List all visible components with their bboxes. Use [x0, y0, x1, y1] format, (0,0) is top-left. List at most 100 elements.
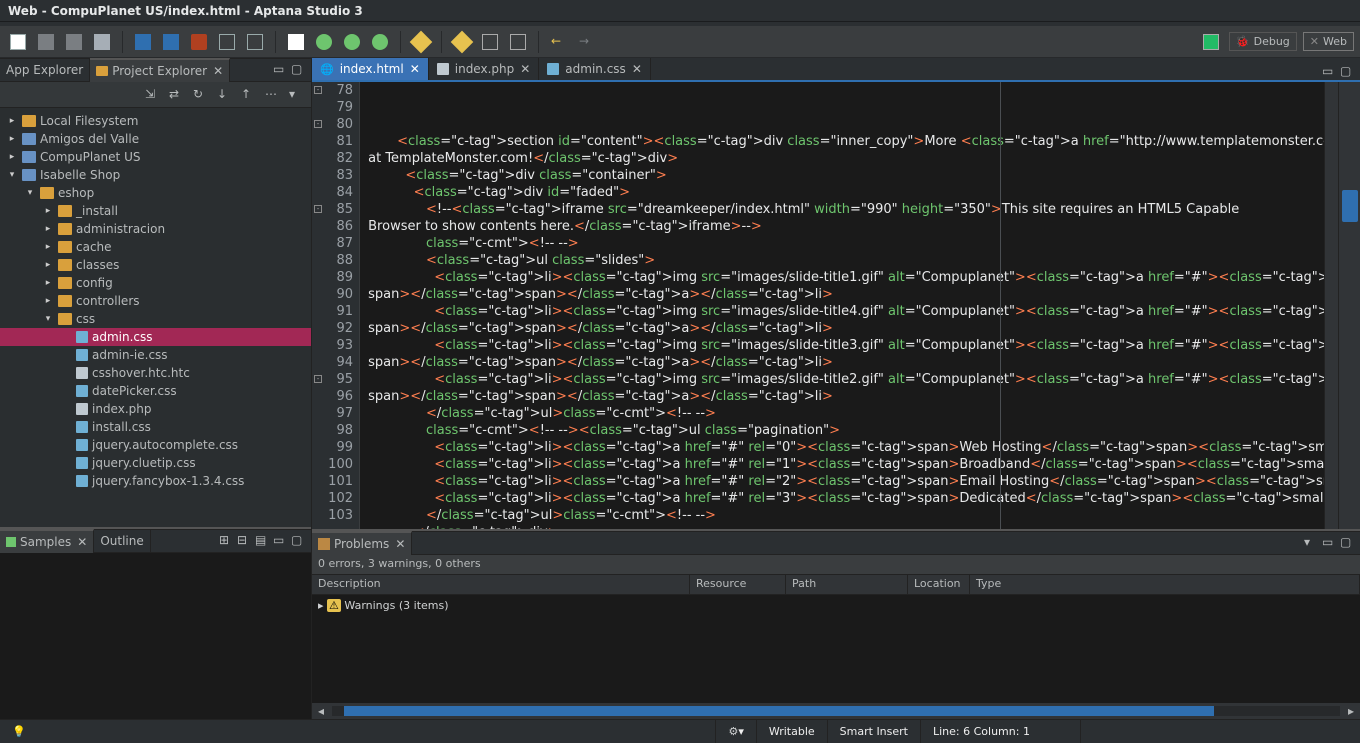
window2-icon[interactable]	[243, 30, 267, 54]
tree-item[interactable]: csshover.htc.htc	[0, 364, 311, 382]
aptana-icon[interactable]	[187, 30, 211, 54]
tree-item[interactable]: jquery.fancybox-1.3.4.css	[0, 472, 311, 490]
close-icon[interactable]: ✕	[213, 64, 223, 78]
col-location[interactable]: Location	[908, 575, 970, 594]
run-last-icon[interactable]	[368, 30, 392, 54]
col-resource[interactable]: Resource	[690, 575, 786, 594]
tree-item[interactable]: ▸cache	[0, 238, 311, 256]
maximize-icon[interactable]: ▢	[291, 533, 307, 549]
maximize-icon[interactable]: ▢	[1340, 535, 1356, 551]
minimize-icon[interactable]: ▭	[1322, 535, 1338, 551]
tree-item[interactable]: ▸CompuPlanet US	[0, 148, 311, 166]
tree-item[interactable]: ▾css	[0, 310, 311, 328]
col-type[interactable]: Type	[970, 575, 1360, 594]
tool2-icon[interactable]: ⊟	[237, 533, 253, 549]
close-icon[interactable]: ✕	[520, 62, 530, 76]
view-menu-icon[interactable]: ▾	[1304, 535, 1320, 551]
save-all-icon[interactable]	[62, 30, 86, 54]
tab-outline[interactable]: Outline	[94, 529, 150, 553]
save-icon[interactable]	[34, 30, 58, 54]
tree-item[interactable]: ▸controllers	[0, 292, 311, 310]
highlight-icon[interactable]	[450, 30, 474, 54]
editor-vscroll[interactable]	[1324, 82, 1338, 529]
tree-item[interactable]: datePicker.css	[0, 382, 311, 400]
layout-right-icon[interactable]	[159, 30, 183, 54]
tab-app-explorer[interactable]: App Explorer	[0, 58, 90, 82]
grid1-icon[interactable]	[478, 30, 502, 54]
tree-item[interactable]: ▸config	[0, 274, 311, 292]
print-margin	[1000, 82, 1001, 529]
refresh-icon[interactable]: ↻	[193, 87, 209, 103]
link-editor-icon[interactable]: ⇄	[169, 87, 185, 103]
problems-hscroll[interactable]: ◂ ▸	[312, 703, 1360, 719]
hscroll-thumb[interactable]	[344, 706, 1214, 716]
tree-item[interactable]: jquery.cluetip.css	[0, 454, 311, 472]
tree-item[interactable]: ▸administracion	[0, 220, 311, 238]
editor-tab[interactable]: admin.css✕	[539, 58, 651, 80]
scroll-right-icon[interactable]: ▸	[1348, 704, 1354, 718]
doc-icon[interactable]	[284, 30, 308, 54]
close-icon[interactable]: ✕	[77, 535, 87, 549]
gear-icon[interactable]: ▾	[715, 720, 755, 743]
minimize-icon[interactable]: ▭	[1322, 64, 1338, 80]
collapse-all-icon[interactable]: ⇲	[145, 87, 161, 103]
perspective-switcher: Debug ✕Web	[1199, 30, 1354, 54]
expand-icon[interactable]: ▸	[318, 599, 327, 612]
editor-body[interactable]: 78-7980-8182838485-86878889909192939495-…	[312, 82, 1360, 529]
editor-tabs: index.html✕index.php✕admin.css✕ ▭ ▢	[312, 58, 1360, 82]
run-script-icon[interactable]	[312, 30, 336, 54]
tool3-icon[interactable]: ▤	[255, 533, 271, 549]
editor-tab[interactable]: index.html✕	[312, 58, 429, 80]
perspective-debug[interactable]: Debug	[1229, 32, 1297, 51]
maximize-icon[interactable]: ▢	[1340, 64, 1356, 80]
down-icon[interactable]: ↓	[217, 87, 233, 103]
col-description[interactable]: Description	[312, 575, 690, 594]
scroll-left-icon[interactable]: ◂	[318, 704, 324, 718]
explorer-tabs: App Explorer Project Explorer✕ ▭ ▢	[0, 58, 311, 82]
tree-item[interactable]: ▸_install	[0, 202, 311, 220]
minimize-icon[interactable]: ▭	[273, 62, 289, 78]
main-toolbar: ← → Debug ✕Web	[0, 26, 1360, 58]
code-area[interactable]: <class="c-tag">section id="content"><cla…	[360, 82, 1324, 529]
problems-body[interactable]: ▸ ⚠ Warnings (3 items)	[312, 595, 1360, 703]
up-icon[interactable]: ↑	[241, 87, 257, 103]
nav-back-icon[interactable]: ←	[547, 30, 571, 54]
tree-item[interactable]: jquery.autocomplete.css	[0, 436, 311, 454]
window1-icon[interactable]	[215, 30, 239, 54]
tree-item[interactable]: admin-ie.css	[0, 346, 311, 364]
tree-item[interactable]: index.php	[0, 400, 311, 418]
print-icon[interactable]	[90, 30, 114, 54]
tab-project-explorer[interactable]: Project Explorer✕	[90, 58, 230, 82]
tip-icon[interactable]: 💡	[0, 720, 38, 743]
tree-item[interactable]: ▾eshop	[0, 184, 311, 202]
open-perspective-icon[interactable]	[1199, 30, 1223, 54]
minimize-icon[interactable]: ▭	[273, 533, 289, 549]
hscroll-track[interactable]	[332, 706, 1340, 716]
tree-item[interactable]: ▸Local Filesystem	[0, 112, 311, 130]
tree-item[interactable]: ▾Isabelle Shop	[0, 166, 311, 184]
project-tree[interactable]: ▸Local Filesystem▸Amigos del Valle▸Compu…	[0, 108, 311, 527]
nav-forward-icon[interactable]: →	[575, 30, 599, 54]
close-icon[interactable]: ✕	[632, 62, 642, 76]
tree-item[interactable]: install.css	[0, 418, 311, 436]
tab-samples[interactable]: Samples✕	[0, 529, 94, 553]
perspective-web[interactable]: ✕Web	[1303, 32, 1354, 51]
maximize-icon[interactable]: ▢	[291, 62, 307, 78]
tool1-icon[interactable]: ⊞	[219, 533, 235, 549]
paint-icon[interactable]	[409, 30, 433, 54]
close-icon[interactable]: ✕	[410, 62, 420, 76]
col-path[interactable]: Path	[786, 575, 908, 594]
new-icon[interactable]	[6, 30, 30, 54]
tree-item[interactable]: admin.css	[0, 328, 311, 346]
tab-problems[interactable]: Problems✕	[312, 531, 412, 555]
debug-script-icon[interactable]	[340, 30, 364, 54]
editor-tab[interactable]: index.php✕	[429, 58, 540, 80]
filter-icon[interactable]: ⋯	[265, 87, 281, 103]
close-icon[interactable]: ✕	[395, 537, 405, 551]
grid2-icon[interactable]	[506, 30, 530, 54]
overview-ruler[interactable]	[1338, 82, 1360, 529]
tree-item[interactable]: ▸classes	[0, 256, 311, 274]
menu-icon[interactable]: ▾	[289, 87, 305, 103]
tree-item[interactable]: ▸Amigos del Valle	[0, 130, 311, 148]
layout-left-icon[interactable]	[131, 30, 155, 54]
